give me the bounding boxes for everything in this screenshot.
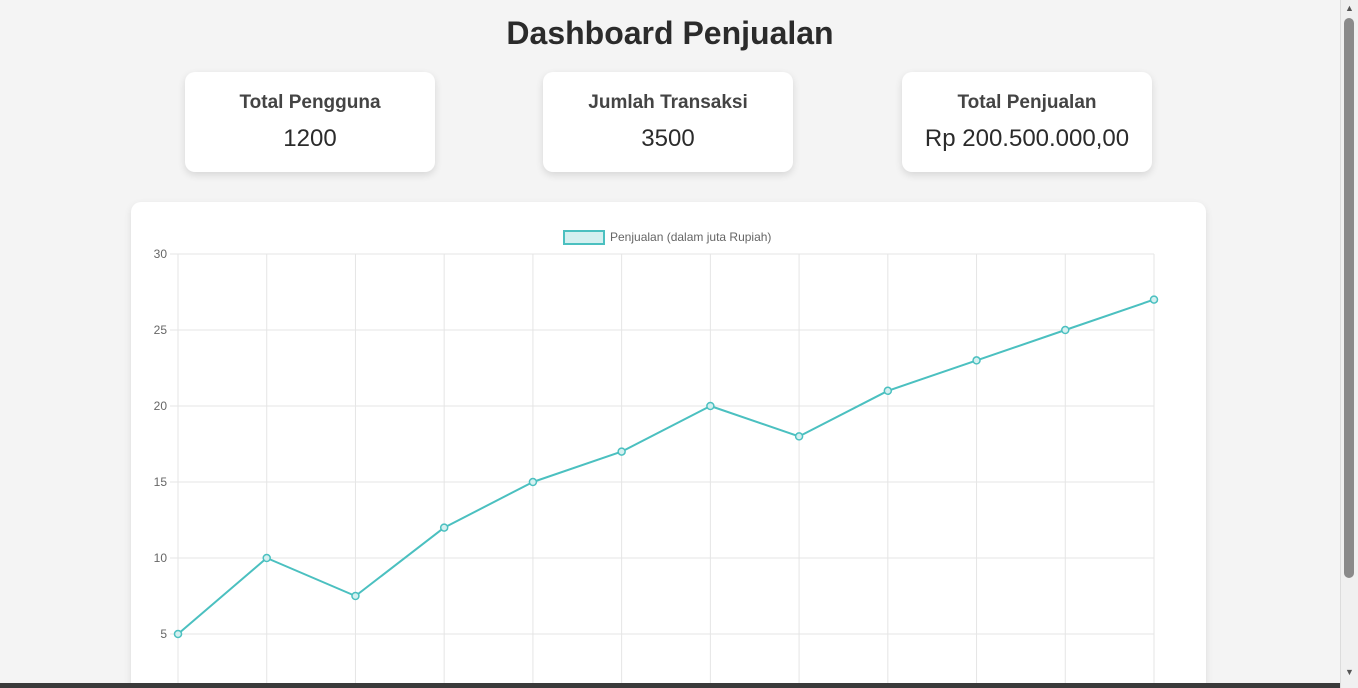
data-point xyxy=(528,477,538,487)
data-point xyxy=(794,432,804,441)
data-point xyxy=(351,591,360,601)
stat-value: 3500 xyxy=(641,125,695,152)
y-tick-label: 30 xyxy=(154,247,168,261)
y-tick-label: 20 xyxy=(154,399,168,413)
y-tick-label: 15 xyxy=(154,475,168,489)
y-tick-label: 10 xyxy=(154,551,168,565)
scroll-up-arrow-icon[interactable]: ▲ xyxy=(1341,0,1358,16)
data-point xyxy=(972,356,981,365)
stat-value: Rp 200.500.000,00 xyxy=(924,125,1130,152)
stat-value: 1200 xyxy=(283,125,337,152)
data-point xyxy=(262,553,271,563)
page-title: Dashboard Penjualan xyxy=(506,15,834,51)
data-point xyxy=(617,447,626,456)
stat-card-total-penjualan: Total Penjualan Rp 200.500.000,00 xyxy=(902,72,1152,172)
y-tick-label: 25 xyxy=(154,323,168,337)
data-point xyxy=(706,401,715,411)
legend-label: Penjualan (dalam juta Rupiah) xyxy=(610,230,771,244)
scroll-down-arrow-icon[interactable]: ▼ xyxy=(1341,664,1358,680)
stat-label: Total Penjualan xyxy=(957,92,1097,113)
y-tick-label: 5 xyxy=(160,627,167,641)
data-point xyxy=(173,629,183,639)
data-point xyxy=(883,386,893,396)
legend-swatch xyxy=(563,230,605,245)
stat-card-total-pengguna: Total Pengguna 1200 xyxy=(185,72,435,172)
stat-label: Jumlah Transaksi xyxy=(588,92,748,113)
stat-label: Total Pengguna xyxy=(239,92,381,113)
page-viewport: Dashboard Penjualan Total Pengguna 1200 … xyxy=(0,0,1340,683)
window-bottom-edge xyxy=(0,683,1340,688)
data-point xyxy=(1061,325,1070,335)
stat-card-jumlah-transaksi: Jumlah Transaksi 3500 xyxy=(543,72,793,172)
sales-line-chart: 5 10 15 20 25 30 Penjualan (dalam juta Rupiah) xyxy=(154,230,1159,683)
chart-card: 5 10 15 20 25 30 Penjualan (dalam juta Rupiah) xyxy=(131,202,1206,683)
scrollbar-thumb[interactable] xyxy=(1344,18,1354,578)
series-line xyxy=(177,298,1155,635)
data-point xyxy=(1149,295,1159,304)
vertical-scrollbar[interactable]: ▲ ▼ xyxy=(1340,0,1358,688)
data-point xyxy=(439,523,449,532)
